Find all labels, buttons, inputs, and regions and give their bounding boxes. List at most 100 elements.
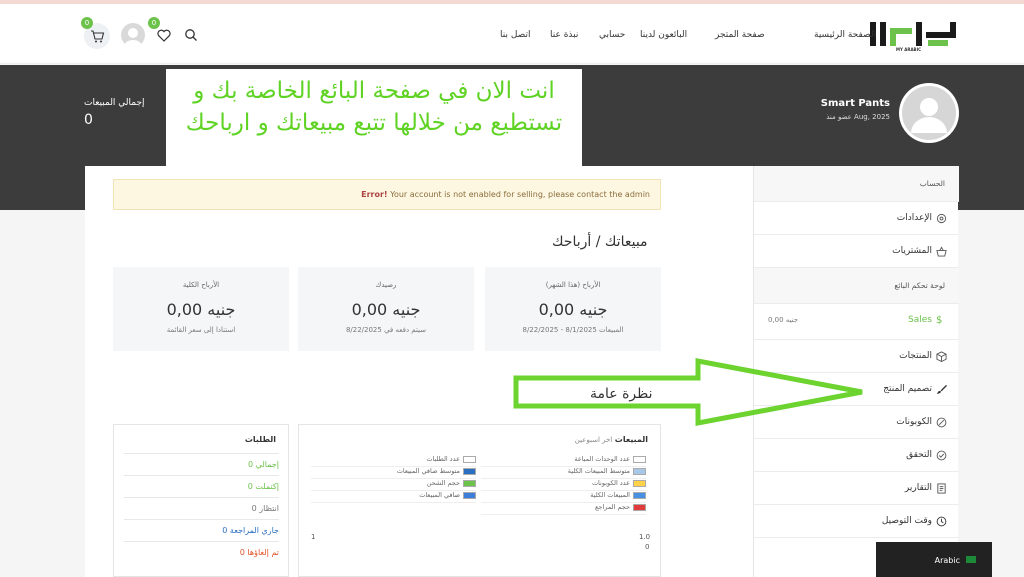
legend-label: عدد الكوبونات <box>591 479 630 487</box>
nav-vendors[interactable]: البائعون لدينا <box>640 30 687 40</box>
order-status-row[interactable]: تم إلغاؤها 0 <box>124 541 279 562</box>
brush-icon <box>936 384 947 395</box>
language-switcher[interactable]: Arabic <box>876 542 992 577</box>
sales-title-text: المبيعات <box>614 435 648 444</box>
report-icon <box>937 483 946 494</box>
error-label: Error! <box>361 190 388 199</box>
stat-value: جنيه 0,00 <box>538 300 608 319</box>
legend-item[interactable]: حجم الشحن <box>311 479 476 491</box>
legend-swatch <box>633 480 646 487</box>
stat-sub: المبيعات 8/1/2025 - 8/22/2025 <box>522 326 624 334</box>
sidebar-heading-label: لوحة تحكم البائع <box>894 281 945 290</box>
legend-label: حجم المراجع <box>594 503 630 511</box>
legend-item[interactable]: عدد الكوبونات <box>481 479 646 491</box>
flag-icon <box>966 556 976 563</box>
sidebar-account-heading: الحساب <box>754 166 959 202</box>
nav-about[interactable]: نبذة عنا <box>550 30 578 40</box>
legend-label: متوسط صافي المبيعات <box>396 467 460 475</box>
sales-amount: جنيه 0,00 <box>768 316 799 324</box>
sidebar-item-delivery-time[interactable]: وقت التوصيل <box>754 505 959 538</box>
sidebar-item-label: وقت التوصيل <box>881 516 932 526</box>
language-label: Arabic <box>934 556 960 565</box>
nav-my-account[interactable]: حسابي <box>599 30 625 40</box>
check-circle-icon <box>936 450 947 461</box>
logo-subtext: MY ARABIC <box>896 47 922 52</box>
member-since: عضو منذ Aug, 2025 <box>826 113 890 121</box>
error-notice: Error! Your account is not enabled for s… <box>113 179 661 210</box>
legend-item[interactable]: متوسط صافي المبيعات <box>311 467 476 479</box>
stat-label: الأرباح الكلية <box>182 281 220 289</box>
legend-item[interactable]: متوسط المبيعات الكلية <box>481 467 646 479</box>
stat-value: جنيه 0,00 <box>166 300 236 319</box>
y-axis-right-bottom: 0 <box>645 543 650 551</box>
sales-period: اخر اسبوعين <box>574 436 613 444</box>
y-axis-left: 1 <box>311 533 316 541</box>
legend-label: عدد الوحدات المباعة <box>574 455 630 463</box>
stat-label: الأرباح (هذا الشهر) <box>545 281 601 289</box>
earnings-month-card: الأرباح (هذا الشهر) جنيه 0,00 المبيعات 8… <box>485 267 661 351</box>
site-logo[interactable]: MY ARABIC <box>868 18 962 56</box>
sales-chart-card: المبيعات اخر اسبوعين عدد الوحدات المباعة… <box>298 424 661 577</box>
nav-home[interactable]: الصفحة الرئيسية <box>814 30 876 40</box>
basket-icon <box>936 246 947 257</box>
sidebar-dashboard-heading: لوحة تحكم البائع <box>754 268 959 304</box>
coupon-icon <box>936 417 947 428</box>
stat-sub: استنادا إلى سعر القائمة <box>166 326 236 334</box>
total-sales-label: إجمالي المبيعات <box>84 98 145 108</box>
legend-swatch <box>633 468 646 475</box>
nav-contact[interactable]: اتصل بنا <box>500 30 530 40</box>
legend-label: عدد الطلبات <box>426 455 460 463</box>
legend-swatch <box>633 456 646 463</box>
nav-store[interactable]: صفحة المتجر <box>715 30 765 40</box>
tutorial-annotation: انت الان في صفحة البائع الخاصة بك و تستط… <box>166 69 582 181</box>
stat-value: جنيه 0,00 <box>351 300 421 319</box>
legend-swatch <box>633 504 646 511</box>
sidebar-item-label: الكوبونات <box>896 417 932 427</box>
wishlist-count-badge: 0 <box>148 17 160 29</box>
legend-label: متوسط المبيعات الكلية <box>567 467 630 475</box>
cart-count-badge: 0 <box>81 17 93 29</box>
sidebar-item-label: Sales <box>908 315 932 325</box>
sidebar-item-purchases[interactable]: المشتريات <box>754 235 959 268</box>
sidebar-item-sales[interactable]: $ Sales جنيه 0,00 <box>754 304 959 340</box>
sidebar-item-reports[interactable]: التقارير <box>754 472 959 505</box>
sidebar-item-label: المشتريات <box>892 246 932 256</box>
sidebar-item-verification[interactable]: التحقق <box>754 439 959 472</box>
order-status-row[interactable]: انتظار 0 <box>124 497 279 518</box>
dollar-icon: $ <box>936 315 943 326</box>
legend-swatch <box>463 480 476 487</box>
store-avatar <box>899 83 959 143</box>
total-sales-value: 0 <box>84 112 93 128</box>
order-status-row[interactable]: إكتملت 0 <box>124 475 279 496</box>
order-status-row[interactable]: إجمالي 0 <box>124 453 279 474</box>
stat-label: رصيدك <box>375 281 397 289</box>
user-avatar-icon[interactable] <box>121 23 145 47</box>
heart-icon[interactable] <box>157 27 171 46</box>
box-icon <box>936 351 947 362</box>
sidebar-item-label: تصميم المنتج <box>883 384 932 394</box>
legend-swatch <box>463 468 476 475</box>
sales-chart-title: المبيعات اخر اسبوعين <box>575 435 648 444</box>
order-status-row[interactable]: جاري المراجعة 0 <box>124 519 279 540</box>
store-name: Smart Pants <box>820 98 890 109</box>
sidebar-item-label: الإعدادات <box>896 213 932 223</box>
legend-label: صافي المبيعات <box>419 491 460 499</box>
legend-item[interactable]: عدد الطلبات <box>311 455 476 467</box>
clock-icon <box>936 516 947 527</box>
legend-item[interactable]: عدد الوحدات المباعة <box>481 455 646 467</box>
sidebar-item-label: التحقق <box>906 450 932 460</box>
legend-item[interactable]: صافي المبيعات <box>311 491 476 503</box>
legend-item[interactable]: المبيعات الكلية <box>481 491 646 503</box>
legend-swatch <box>463 492 476 499</box>
legend-label: المبيعات الكلية <box>590 491 630 499</box>
search-icon[interactable] <box>184 27 198 46</box>
error-message: Your account is not enabled for selling,… <box>390 190 650 199</box>
sidebar-item-settings[interactable]: الإعدادات <box>754 202 959 235</box>
sidebar-item-label: التقارير <box>904 483 932 493</box>
orders-title: الطلبات <box>244 435 276 444</box>
legend-swatch <box>463 456 476 463</box>
site-header: MY ARABIC الصفحة الرئيسية صفحة المتجر ال… <box>0 4 1024 64</box>
y-axis-right-top: 1.0 <box>639 533 651 541</box>
sidebar-heading-label: الحساب <box>919 179 945 188</box>
legend-item[interactable]: حجم المراجع <box>481 503 646 515</box>
